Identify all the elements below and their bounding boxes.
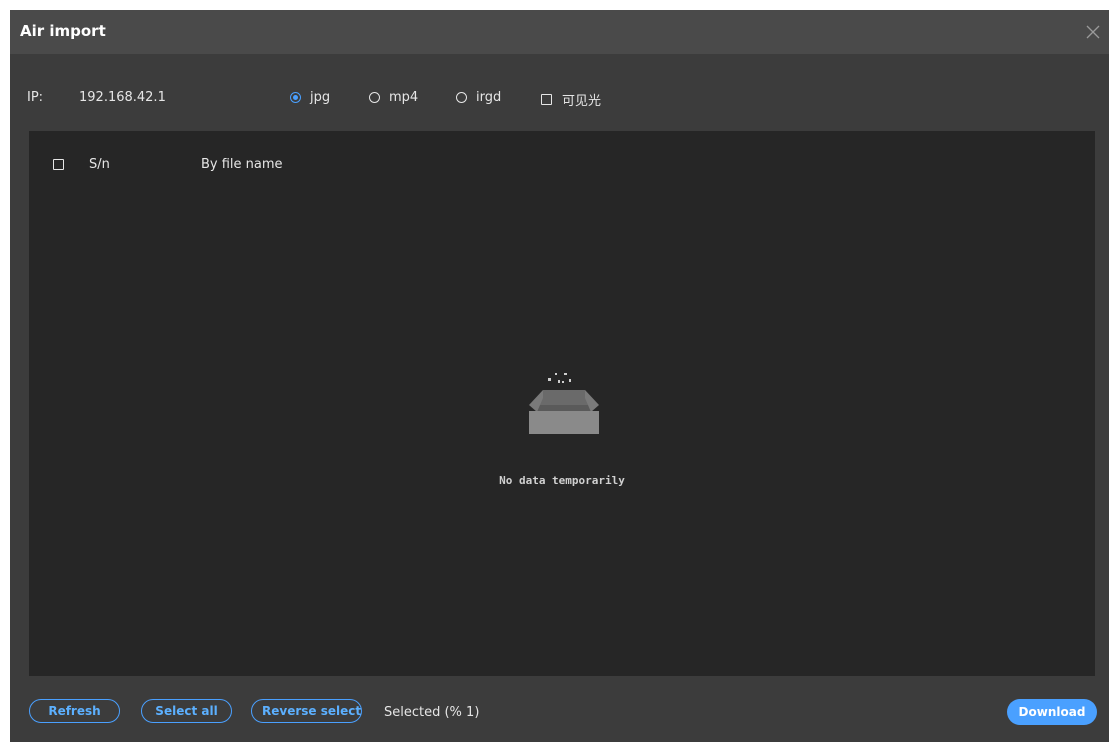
radio-jpg-indicator[interactable] [290, 92, 301, 103]
checkbox-visible-light-box[interactable] [541, 94, 552, 105]
dialog-titlebar: Air import [10, 10, 1109, 54]
close-icon[interactable] [1081, 20, 1105, 44]
air-import-dialog: Air import IP: 192.168.42.1 jpg mp4 irgd… [10, 10, 1109, 742]
file-table: S/n By file name No data temporarily [29, 131, 1095, 676]
download-button[interactable]: Download [1007, 699, 1097, 725]
radio-jpg-label: jpg [310, 90, 331, 105]
ip-value: 192.168.42.1 [79, 90, 166, 105]
select-all-button[interactable]: Select all [141, 699, 232, 723]
radio-irgd-indicator[interactable] [456, 92, 467, 103]
radio-irgd[interactable]: irgd [456, 90, 501, 105]
column-header-file-name[interactable]: By file name [201, 157, 283, 172]
checkbox-visible-light[interactable]: 可见光 [541, 90, 601, 109]
refresh-button[interactable]: Refresh [29, 699, 120, 723]
selected-count-text: Selected (% 1) [384, 705, 480, 720]
checkbox-visible-light-label: 可见光 [562, 94, 602, 109]
radio-irgd-label: irgd [476, 90, 502, 105]
empty-state-text: No data temporarily [499, 474, 625, 487]
empty-box-icon [529, 373, 599, 434]
dialog-title: Air import [20, 22, 106, 40]
select-all-checkbox[interactable] [53, 159, 64, 170]
radio-mp4[interactable]: mp4 [369, 90, 418, 105]
ip-label: IP: [27, 90, 44, 105]
import-options-bar: IP: 192.168.42.1 jpg mp4 irgd 可见光 [10, 82, 1109, 114]
radio-jpg[interactable]: jpg [290, 90, 330, 105]
column-header-sn: S/n [89, 157, 110, 172]
reverse-select-button[interactable]: Reverse select [251, 699, 362, 723]
radio-mp4-indicator[interactable] [369, 92, 380, 103]
radio-mp4-label: mp4 [389, 90, 419, 105]
dialog-footer: Refresh Select all Reverse select Select… [10, 696, 1109, 732]
